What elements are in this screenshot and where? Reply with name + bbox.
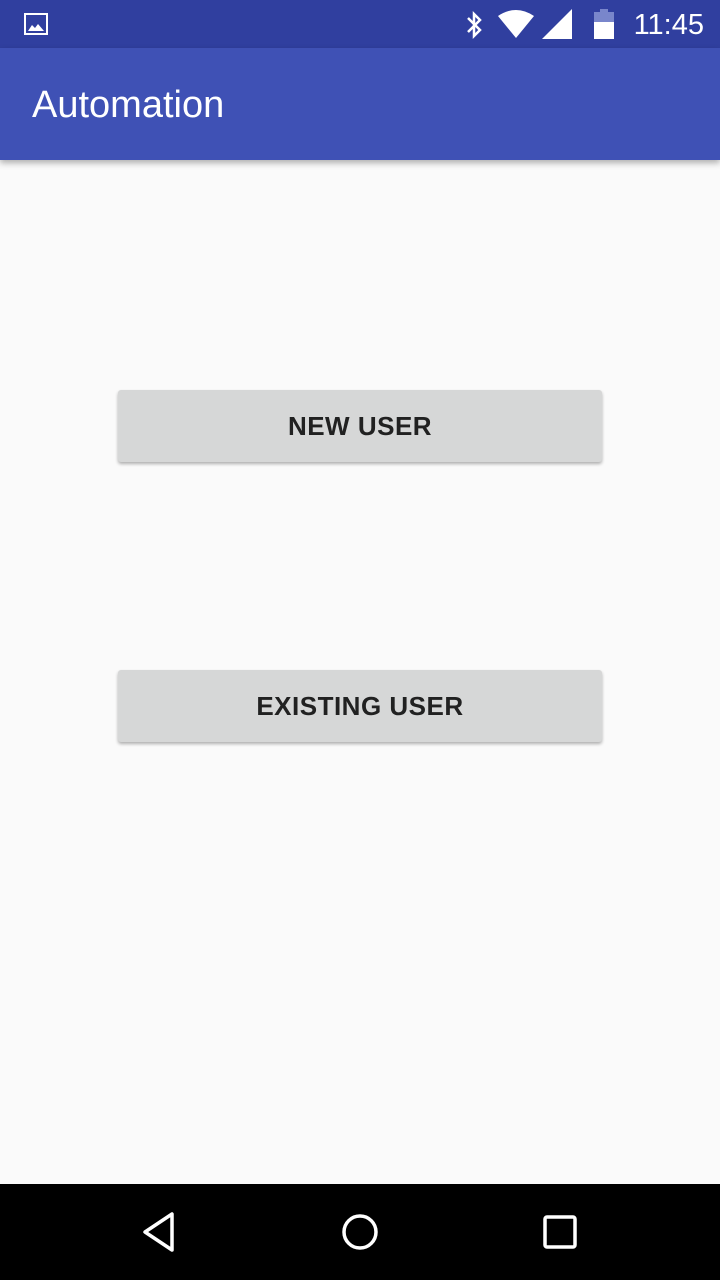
- wifi-icon: [498, 10, 534, 38]
- status-bar: 11:45: [0, 0, 720, 48]
- app-title: Automation: [32, 84, 225, 126]
- recents-icon[interactable]: [536, 1208, 584, 1256]
- signal-icon: [542, 9, 572, 39]
- new-user-button[interactable]: NEW USER: [118, 390, 602, 462]
- back-icon[interactable]: [136, 1208, 184, 1256]
- image-icon: [24, 13, 48, 35]
- app-bar: Automation: [0, 48, 720, 160]
- home-icon[interactable]: [336, 1208, 384, 1256]
- existing-user-button[interactable]: EXISTING USER: [118, 670, 602, 742]
- navigation-bar: [0, 1184, 720, 1280]
- clock: 11:45: [633, 9, 704, 41]
- battery-icon: [594, 9, 614, 39]
- bluetooth-icon: [467, 10, 482, 40]
